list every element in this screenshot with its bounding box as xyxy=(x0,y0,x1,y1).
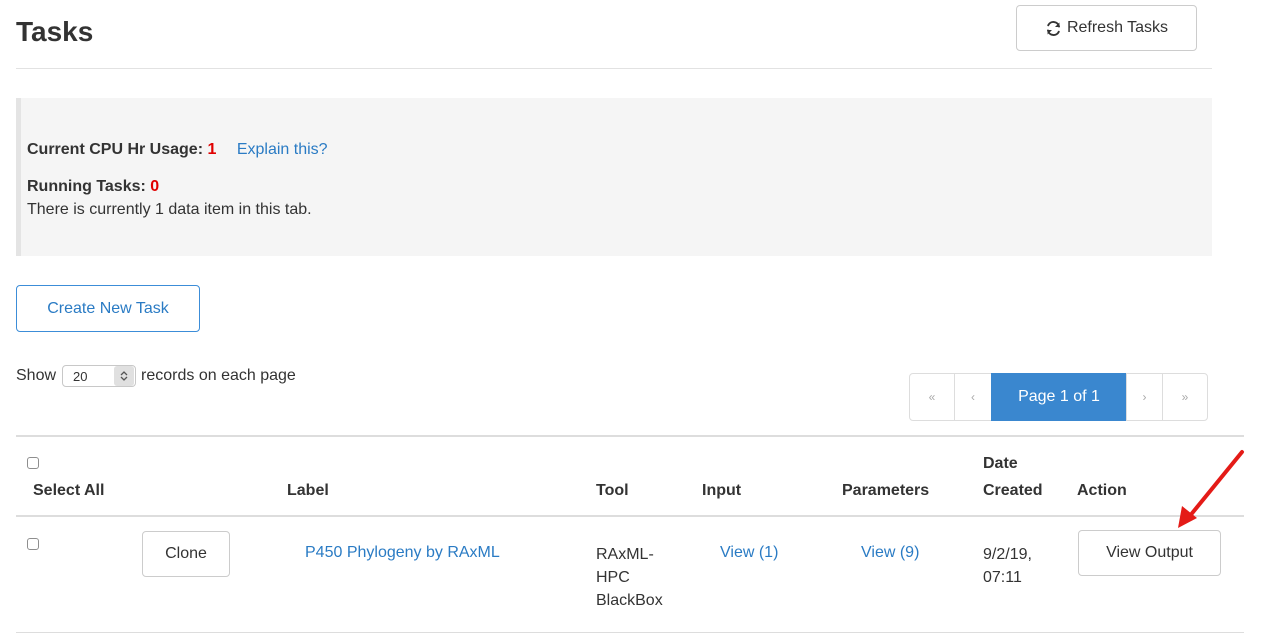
clone-button[interactable]: Clone xyxy=(142,531,230,577)
column-header-date-line2: Created xyxy=(983,482,1043,499)
create-new-task-button[interactable]: Create New Task xyxy=(16,285,200,332)
select-arrows-icon xyxy=(114,366,135,386)
cpu-usage-value: 1 xyxy=(207,141,217,158)
records-per-page-control: Show 20 records on each page xyxy=(16,364,296,388)
pagination: « ‹ Page 1 of 1 › » xyxy=(909,373,1208,421)
refresh-tasks-label: Refresh Tasks xyxy=(1066,19,1169,36)
annotation-arrow-icon xyxy=(1178,450,1244,528)
running-tasks-value: 0 xyxy=(150,178,160,195)
table-header-border xyxy=(16,515,1244,517)
running-tasks-line: Running Tasks: 0 xyxy=(27,177,159,197)
column-header-parameters: Parameters xyxy=(842,482,930,499)
view-parameters-link[interactable]: View (9) xyxy=(861,541,919,565)
column-header-input: Input xyxy=(702,482,742,499)
usage-info-panel xyxy=(16,98,1212,256)
records-suffix-label: records on each page xyxy=(141,367,296,384)
date-created-line1: 9/2/19, xyxy=(983,546,1032,563)
column-header-tool: Tool xyxy=(596,482,629,499)
refresh-tasks-button[interactable]: Refresh Tasks xyxy=(1016,5,1197,51)
first-page-button[interactable]: « xyxy=(909,373,955,421)
task-label-link[interactable]: P450 Phylogeny by RAxML xyxy=(305,541,500,565)
running-tasks-label: Running Tasks: xyxy=(27,178,146,195)
view-input-link[interactable]: View (1) xyxy=(720,541,778,565)
explain-this-link[interactable]: Explain this? xyxy=(237,141,328,158)
refresh-icon xyxy=(1045,20,1062,37)
records-per-page-value: 20 xyxy=(73,368,88,384)
show-label: Show xyxy=(16,367,57,384)
cpu-usage-line: Current CPU Hr Usage: 1 Explain this? xyxy=(27,140,328,160)
row-select-checkbox[interactable] xyxy=(27,538,39,550)
next-page-button[interactable]: › xyxy=(1126,373,1163,421)
table-bottom-border xyxy=(16,632,1244,633)
previous-page-button[interactable]: ‹ xyxy=(954,373,992,421)
column-header-action: Action xyxy=(1077,482,1127,499)
tool-name-line3: BlackBox xyxy=(596,592,663,609)
select-all-checkbox[interactable] xyxy=(27,457,39,469)
data-count-text: There is currently 1 data item in this t… xyxy=(27,201,312,218)
column-header-select-all: Select All xyxy=(33,482,105,499)
cpu-usage-label: Current CPU Hr Usage: xyxy=(27,141,204,158)
header-divider xyxy=(16,68,1212,69)
current-page-indicator[interactable]: Page 1 of 1 xyxy=(991,373,1127,421)
table-top-border xyxy=(16,435,1244,437)
tool-name-line1: RAxML- xyxy=(596,546,654,563)
column-header-date-line1: Date xyxy=(983,455,1018,472)
page-title: Tasks xyxy=(16,16,94,47)
last-page-button[interactable]: » xyxy=(1162,373,1208,421)
view-output-button[interactable]: View Output xyxy=(1078,530,1221,576)
records-per-page-select[interactable]: 20 xyxy=(62,365,137,387)
date-created-line2: 07:11 xyxy=(983,569,1022,586)
tool-name-line2: HPC xyxy=(596,569,630,586)
column-header-label: Label xyxy=(287,482,329,499)
